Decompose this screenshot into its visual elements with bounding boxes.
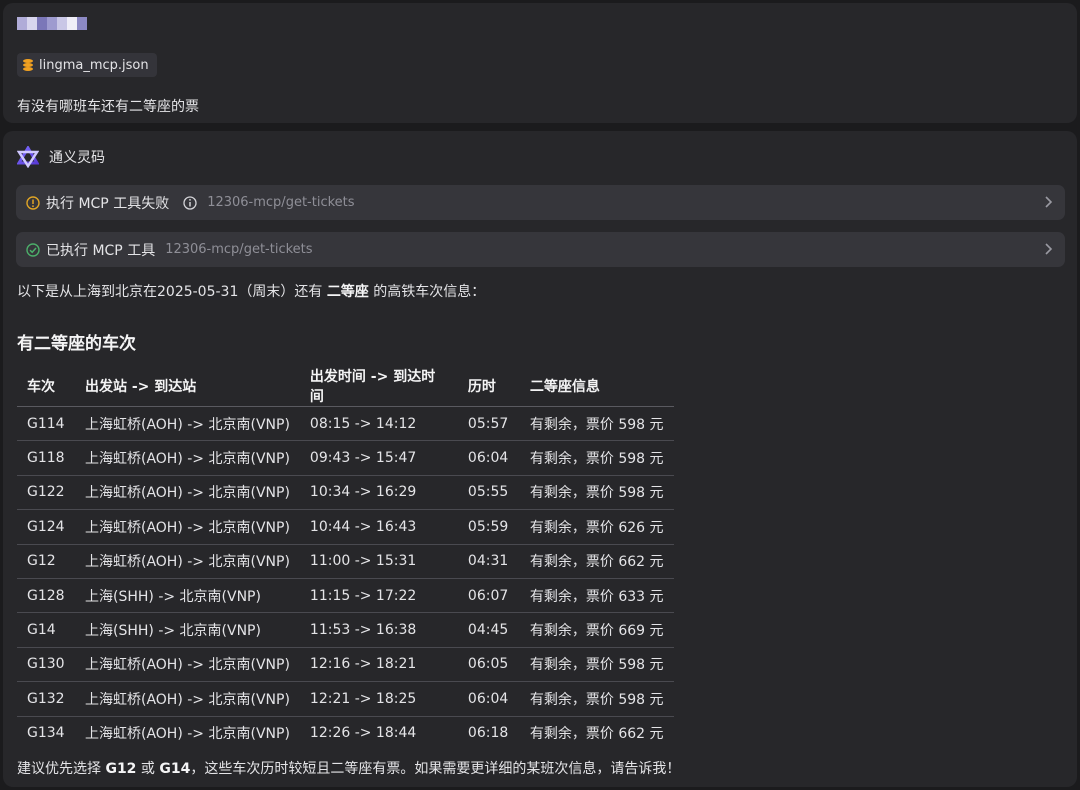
tool-call-success-label: 已执行 MCP 工具 [46,242,156,259]
cell-train-no: G14 [17,612,75,648]
cell-train-no: G114 [17,406,75,442]
database-icon [23,59,33,71]
cell-times: 10:34 -> 16:29 [299,475,458,511]
cell-times: 09:43 -> 15:47 [299,440,458,476]
header-train-no: 车次 [17,366,75,407]
check-circle-icon [26,242,40,257]
cell-seat-info: 有剩余，票价 633 元 [519,578,674,614]
cell-stations: 上海虹桥(AOH) -> 北京南(VNP) [75,475,300,511]
cell-train-no: G132 [17,681,75,717]
cell-duration: 05:55 [457,475,520,511]
advice-text: 建议优先选择 G12 或 G14，这些车次历时较短且二等座有票。如果需要更详细的… [17,758,680,778]
cell-times: 11:53 -> 16:38 [299,612,458,648]
assistant-header: 通义灵码 [17,146,105,168]
cell-duration: 04:45 [457,612,520,648]
advice-part: ，这些车次历时较短且二等座有票。如果需要更详细的某班次信息，请告诉我！ [190,761,681,777]
cell-times: 11:00 -> 15:31 [299,544,458,579]
cell-seat-info: 有剩余，票价 598 元 [519,406,674,442]
table-row: G118 上海虹桥(AOH) -> 北京南(VNP) 09:43 -> 15:47 0… [17,440,674,476]
chevron-right-icon[interactable] [1043,195,1053,209]
intro-suffix: 的高铁车次信息： [368,284,486,300]
chevron-right-icon[interactable] [1043,242,1053,256]
cell-seat-info: 有剩余，票价 669 元 [519,612,674,648]
table-row: G124 上海虹桥(AOH) -> 北京南(VNP) 10:44 -> 16:43 0… [17,509,674,545]
cell-train-no: G128 [17,578,75,614]
advice-train-g12: G12 [105,761,137,777]
cell-train-no: G124 [17,509,75,545]
table-header-row: 车次 出发站 -> 到达站 出发时间 -> 到达时间 历时 二等座信息 [17,366,674,407]
cell-duration: 04:31 [457,544,520,579]
cell-stations: 上海虹桥(AOH) -> 北京南(VNP) [75,647,300,683]
cell-times: 12:21 -> 18:25 [299,681,458,717]
warning-circle-icon [26,195,40,210]
assistant-name: 通义灵码 [49,150,105,166]
tool-call-failed-label: 执行 MCP 工具失败 [46,195,170,212]
cell-stations: 上海虹桥(AOH) -> 北京南(VNP) [75,406,300,442]
cell-train-no: G122 [17,475,75,511]
cell-seat-info: 有剩余，票价 662 元 [519,544,674,579]
table-row: G130 上海虹桥(AOH) -> 北京南(VNP) 12:16 -> 18:21 0… [17,647,674,683]
intro-prefix: 以下是从上海到北京在2025-05-31（周末）还有 [17,284,327,300]
table-row: G134 上海虹桥(AOH) -> 北京南(VNP) 12:26 -> 18:44 0… [17,716,674,750]
cell-duration: 06:04 [457,681,520,717]
cell-duration: 06:05 [457,647,520,683]
cell-seat-info: 有剩余，票价 598 元 [519,440,674,476]
table-row: G132 上海虹桥(AOH) -> 北京南(VNP) 12:21 -> 18:25 0… [17,681,674,717]
header-duration: 历时 [457,366,520,407]
table-row: G128 上海(SHH) -> 北京南(VNP) 11:15 -> 17:22 06:… [17,578,674,614]
cell-seat-info: 有剩余，票价 598 元 [519,681,674,717]
assistant-message-card: 通义灵码 执行 MCP 工具失败 12306-mcp/get-tickets 已… [3,131,1077,787]
header-seat-info: 二等座信息 [519,366,674,407]
user-message-card: lingma_mcp.json 有没有哪班车还有二等座的票 [3,3,1077,123]
tool-call-failed-path: 12306-mcp/get-tickets [207,195,355,210]
cell-seat-info: 有剩余，票价 598 元 [519,647,674,683]
cell-duration: 06:18 [467,725,509,742]
intro-text: 以下是从上海到北京在2025-05-31（周末）还有 二等座 的高铁车次信息： [17,281,485,301]
cell-times: 11:15 -> 17:22 [299,578,458,614]
cell-duration: 06:07 [457,578,520,614]
cell-train-no: G134 [27,725,65,742]
table-row: G114 上海虹桥(AOH) -> 北京南(VNP) 08:15 -> 14:12 0… [17,406,674,442]
tool-call-success-path: 12306-mcp/get-tickets [165,242,313,257]
user-avatar-blurred [17,17,91,43]
cell-stations: 上海虹桥(AOH) -> 北京南(VNP) [75,440,300,476]
tool-call-failed[interactable]: 执行 MCP 工具失败 12306-mcp/get-tickets [16,185,1065,220]
cell-times: 12:26 -> 18:44 [309,725,417,742]
cell-stations: 上海(SHH) -> 北京南(VNP) [75,612,300,648]
cell-duration: 05:59 [457,509,520,545]
cell-stations: 上海虹桥(AOH) -> 北京南(VNP) [75,509,300,545]
header-times: 出发时间 -> 到达时间 [299,366,458,407]
train-table: 车次 出发站 -> 到达站 出发时间 -> 到达时间 历时 二等座信息 G114… [17,366,674,750]
lingma-logo-icon [17,146,39,168]
tool-call-success[interactable]: 已执行 MCP 工具 12306-mcp/get-tickets [16,232,1065,267]
table-row: G14 上海(SHH) -> 北京南(VNP) 11:53 -> 16:38 04:4… [17,612,674,648]
cell-train-no: G118 [17,440,75,476]
section-title: 有二等座的车次 [17,334,136,354]
cell-train-no: G130 [17,647,75,683]
info-circle-icon[interactable] [183,195,197,210]
cell-stations: 上海虹桥(AOH) -> 北京南(VNP) [75,544,300,579]
advice-train-g14: G14 [159,761,191,777]
attachment-filename: lingma_mcp.json [39,57,149,73]
cell-stations: 上海虹桥(AOH) -> 北京南(VNP) [75,681,300,717]
table-row: G12 上海虹桥(AOH) -> 北京南(VNP) 11:00 -> 15:31 04… [17,544,674,579]
attachment-chip[interactable]: lingma_mcp.json [17,53,157,77]
cell-stations: 上海虹桥(AOH) -> 北京南(VNP) [85,726,290,743]
cell-seat-info: 有剩余，票价 662 元 [529,726,664,743]
cell-stations: 上海(SHH) -> 北京南(VNP) [75,578,300,614]
cell-duration: 06:04 [457,440,520,476]
cell-times: 12:16 -> 18:21 [299,647,458,683]
cell-seat-info: 有剩余，票价 626 元 [519,509,674,545]
intro-bold: 二等座 [326,284,369,300]
advice-part: 建议优先选择 [17,761,106,777]
cell-times: 08:15 -> 14:12 [299,406,458,442]
table-row: G122 上海虹桥(AOH) -> 北京南(VNP) 10:34 -> 16:29 0… [17,475,674,511]
cell-seat-info: 有剩余，票价 598 元 [519,475,674,511]
cell-times: 10:44 -> 16:43 [299,509,458,545]
advice-part: 或 [136,761,160,777]
header-stations: 出发站 -> 到达站 [75,366,300,407]
cell-train-no: G12 [17,544,75,579]
cell-duration: 05:57 [457,406,520,442]
user-message-text: 有没有哪班车还有二等座的票 [17,99,199,115]
